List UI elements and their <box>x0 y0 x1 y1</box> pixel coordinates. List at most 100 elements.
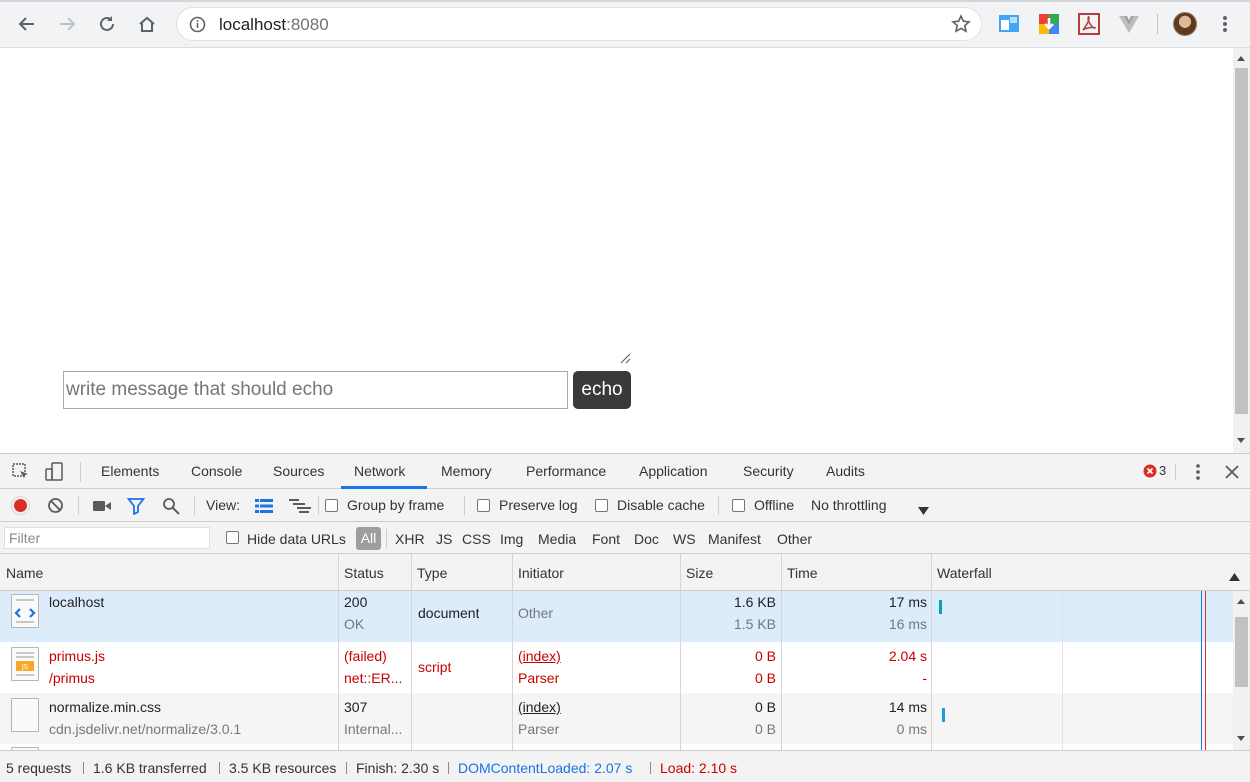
request-status-text: net::ER... <box>344 670 403 686</box>
request-initiator-type: Parser <box>518 670 560 686</box>
column-header-size[interactable]: Size <box>686 565 713 581</box>
request-size-resource: 1.5 KB <box>733 616 776 632</box>
load-time: Load: 2.10 s <box>660 760 738 776</box>
reload-button[interactable] <box>92 9 122 39</box>
message-input[interactable] <box>63 371 568 409</box>
filter-divider <box>386 529 387 548</box>
disable-cache-checkbox[interactable] <box>595 499 608 512</box>
column-divider[interactable] <box>931 554 932 750</box>
info-icon[interactable] <box>189 16 206 38</box>
column-header-time[interactable]: Time <box>787 565 818 581</box>
scroll-down-arrow-icon[interactable] <box>1237 438 1245 443</box>
sort-ascending-icon[interactable] <box>1229 568 1240 586</box>
home-button[interactable] <box>132 9 162 39</box>
column-header-waterfall[interactable]: Waterfall <box>937 565 992 581</box>
extension-download-icon[interactable] <box>1038 13 1060 35</box>
reload-icon <box>100 16 114 31</box>
tab-network[interactable]: Network <box>354 463 405 479</box>
type-filter-xhr[interactable]: XHR <box>395 531 425 547</box>
hide-data-urls-checkbox[interactable] <box>226 531 239 544</box>
scrollbar-thumb[interactable] <box>1235 617 1248 687</box>
request-initiator-link[interactable]: (index) <box>518 648 561 664</box>
type-filter-other[interactable]: Other <box>777 531 812 547</box>
scroll-up-arrow-icon[interactable] <box>1237 56 1245 61</box>
tab-elements[interactable]: Elements <box>101 463 159 479</box>
close-devtools-icon[interactable] <box>1225 465 1239 484</box>
scrollbar-thumb[interactable] <box>1235 68 1248 414</box>
tab-audits[interactable]: Audits <box>826 463 865 479</box>
filter-funnel-icon[interactable] <box>126 497 146 520</box>
table-row[interactable]: localhost 200 OK document Other 1.6 KB 1… <box>0 591 1233 642</box>
extension-pdf-icon[interactable] <box>1078 13 1100 35</box>
tab-memory[interactable]: Memory <box>441 463 492 479</box>
preserve-log-checkbox[interactable] <box>477 499 490 512</box>
back-button[interactable] <box>12 9 42 39</box>
summary-separator <box>448 762 449 774</box>
large-rows-icon[interactable] <box>255 499 273 518</box>
column-divider[interactable] <box>781 554 782 750</box>
request-initiator-link[interactable]: (index) <box>518 699 561 715</box>
group-by-frame-checkbox[interactable] <box>325 499 338 512</box>
column-divider[interactable] <box>338 554 339 750</box>
tab-security[interactable]: Security <box>743 463 794 479</box>
type-filter-ws[interactable]: WS <box>673 531 696 547</box>
type-filter-media[interactable]: Media <box>538 531 576 547</box>
scroll-down-arrow-icon[interactable] <box>1237 736 1245 741</box>
bookmark-star-icon[interactable] <box>951 14 971 39</box>
tab-performance[interactable]: Performance <box>526 463 606 479</box>
offline-checkbox[interactable] <box>732 499 745 512</box>
avatar[interactable] <box>1173 12 1197 36</box>
type-filter-doc[interactable]: Doc <box>634 531 659 547</box>
type-filter-css[interactable]: CSS <box>462 531 491 547</box>
devtools-menu-icon[interactable] <box>1195 463 1201 486</box>
filter-input[interactable] <box>4 527 210 549</box>
device-toolbar-icon[interactable] <box>44 462 64 487</box>
table-scrollbar[interactable] <box>1233 591 1250 750</box>
type-filter-js[interactable]: JS <box>436 531 452 547</box>
column-divider[interactable] <box>411 554 412 750</box>
echo-button[interactable]: echo <box>573 371 631 409</box>
inspect-element-icon[interactable] <box>12 463 30 486</box>
column-divider[interactable] <box>680 554 681 750</box>
column-header-status[interactable]: Status <box>344 565 384 581</box>
textarea-resize-handle[interactable] <box>619 352 631 364</box>
type-filter-all[interactable]: All <box>356 527 381 550</box>
record-button[interactable] <box>12 497 29 514</box>
page-scrollbar[interactable] <box>1233 48 1250 453</box>
search-icon[interactable] <box>162 497 180 520</box>
url-port: :8080 <box>286 15 329 34</box>
table-row[interactable]: normalize.min.css cdn.jsdelivr.net/norma… <box>0 693 1233 744</box>
error-icon[interactable] <box>1143 464 1157 483</box>
menu-button[interactable] <box>1210 9 1240 39</box>
column-header-initiator[interactable]: Initiator <box>518 565 564 581</box>
table-row[interactable]: JS primus.js /primus (failed) net::ER...… <box>0 642 1233 693</box>
request-size: 0 B <box>754 699 776 715</box>
request-size-resource: 0 B <box>754 721 776 737</box>
throttling-select[interactable]: No throttling <box>811 497 886 513</box>
extension-vue-icon[interactable] <box>1118 13 1140 35</box>
request-name: normalize.min.css <box>49 699 162 715</box>
video-camera-icon[interactable] <box>92 499 112 518</box>
address-bar[interactable]: localhost:8080 <box>176 7 982 41</box>
request-path: /primus <box>49 670 95 686</box>
type-filter-font[interactable]: Font <box>592 531 620 547</box>
toolbar-divider <box>318 496 319 515</box>
column-divider[interactable] <box>512 554 513 750</box>
forward-button[interactable] <box>52 9 82 39</box>
type-filter-img[interactable]: Img <box>500 531 523 547</box>
overview-icon[interactable] <box>289 499 311 518</box>
tab-sources[interactable]: Sources <box>273 463 324 479</box>
clear-icon[interactable] <box>47 497 64 519</box>
type-filter-manifest[interactable]: Manifest <box>708 531 761 547</box>
column-header-name[interactable]: Name <box>6 565 43 581</box>
error-count[interactable]: 3 <box>1159 463 1166 478</box>
tab-strip-edge <box>0 0 1250 2</box>
column-header-type[interactable]: Type <box>417 565 447 581</box>
request-status-text: OK <box>344 616 365 632</box>
request-status: 307 <box>344 699 368 715</box>
chevron-down-icon[interactable] <box>918 502 929 520</box>
tab-console[interactable]: Console <box>191 463 242 479</box>
extension-screen-icon[interactable] <box>998 13 1020 35</box>
scroll-up-arrow-icon[interactable] <box>1237 599 1245 604</box>
tab-application[interactable]: Application <box>639 463 708 479</box>
